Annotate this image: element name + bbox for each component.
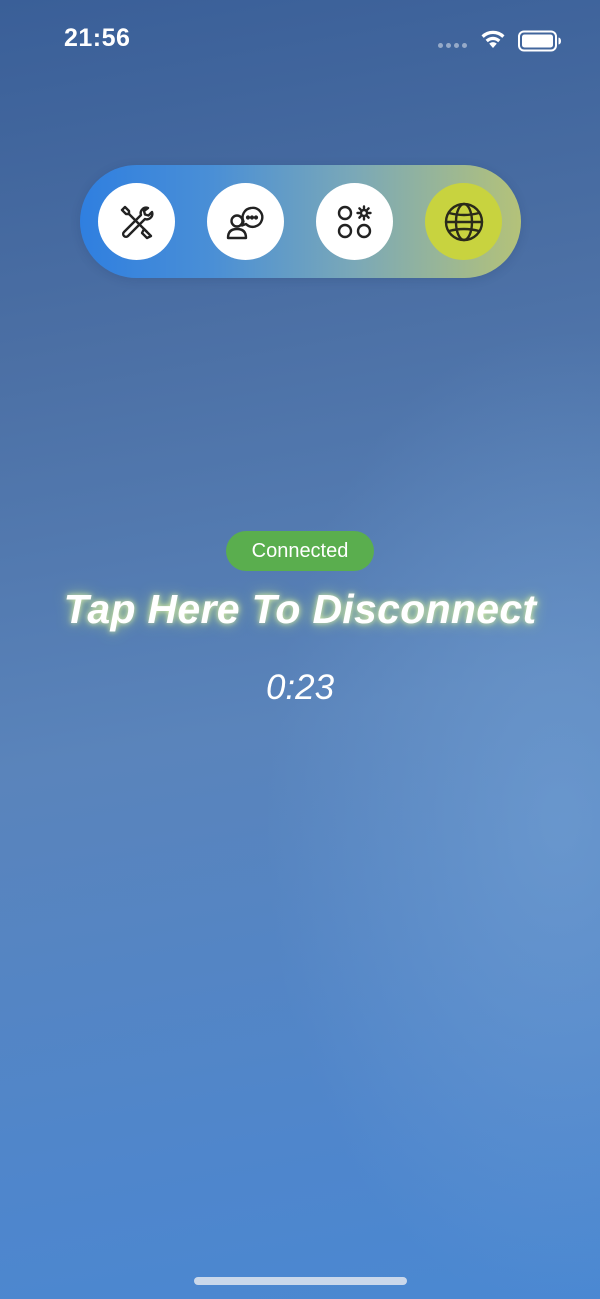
tab-vpn[interactable] [425, 183, 502, 260]
tools-icon [120, 205, 153, 239]
cellular-signal-icon [438, 43, 467, 48]
status-bar: 21:56 [0, 0, 600, 80]
tab-support[interactable] [207, 183, 284, 260]
user-chat-icon [226, 206, 263, 239]
battery-icon [518, 30, 562, 57]
connection-status-badge: Connected [226, 531, 374, 571]
tab-apps[interactable] [316, 183, 393, 260]
globe-icon [444, 202, 483, 241]
status-time: 21:56 [64, 24, 131, 52]
wifi-icon [480, 29, 506, 54]
tab-tools[interactable] [98, 183, 175, 260]
mode-tab-bar [80, 165, 521, 278]
apps-settings-icon [337, 204, 372, 238]
home-indicator[interactable] [194, 1277, 407, 1285]
connection-timer: 0:23 [265, 668, 335, 707]
disconnect-button[interactable]: Tap Here To Disconnect [0, 586, 600, 633]
